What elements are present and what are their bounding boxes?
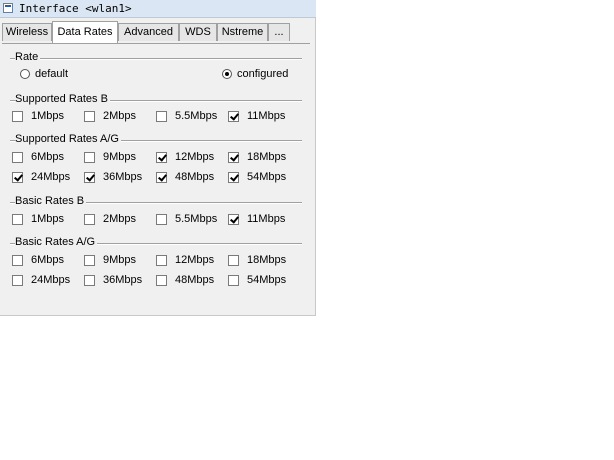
- supported-b-label-3: 11Mbps: [247, 110, 286, 122]
- basic-ag-label-0: 6Mbps: [31, 254, 65, 266]
- supported-b-label-0: 1Mbps: [31, 110, 65, 122]
- basic-b-title: Basic Rates B: [15, 195, 87, 208]
- basic-ag-checkbox-6[interactable]: [156, 275, 167, 286]
- supported-b-label-1: 2Mbps: [103, 110, 137, 122]
- title-bar[interactable]: Interface <wlan1>: [0, 0, 316, 18]
- basic-ag-checkbox-7[interactable]: [228, 275, 239, 286]
- supported-ag-label-7: 54Mbps: [247, 171, 287, 183]
- supported-ag-label-5: 36Mbps: [103, 171, 143, 183]
- basic-ag-title: Basic Rates A/G: [15, 236, 98, 249]
- basic-ag-label-4: 24Mbps: [31, 274, 71, 286]
- basic-ag-label-2: 12Mbps: [175, 254, 215, 266]
- rate-group-title: Rate: [15, 51, 41, 64]
- supported-ag-title: Supported Rates A/G: [15, 133, 121, 146]
- basic-ag-label-7: 54Mbps: [247, 274, 287, 286]
- basic-b-checkbox-0[interactable]: [12, 214, 23, 225]
- tab-nstreme[interactable]: Nstreme: [217, 23, 268, 41]
- data-rates-panel: Rate default configured Supported Rates …: [2, 43, 310, 313]
- rate-configured-label: configured: [237, 68, 289, 80]
- basic-ag-label-1: 9Mbps: [103, 254, 137, 266]
- basic-ag-checkbox-5[interactable]: [84, 275, 95, 286]
- interface-window: Interface <wlan1> Wireless Data Rates Ad…: [0, 0, 316, 316]
- rate-group-divider: [10, 58, 302, 60]
- basic-b-checkbox-1[interactable]: [84, 214, 95, 225]
- basic-b-label-2: 5.5Mbps: [175, 213, 218, 225]
- supported-ag-checkbox-0[interactable]: [12, 152, 23, 163]
- supported-ag-checkbox-4[interactable]: [12, 172, 23, 183]
- supported-ag-checkbox-1[interactable]: [84, 152, 95, 163]
- supported-ag-checkbox-3[interactable]: [228, 152, 239, 163]
- tab-wireless[interactable]: Wireless: [2, 23, 52, 41]
- rate-configured-radio[interactable]: [222, 69, 232, 79]
- basic-b-label-0: 1Mbps: [31, 213, 65, 225]
- supported-b-label-2: 5.5Mbps: [175, 110, 218, 122]
- supported-b-checkbox-3[interactable]: [228, 111, 239, 122]
- supported-b-checkbox-2[interactable]: [156, 111, 167, 122]
- supported-ag-label-4: 24Mbps: [31, 171, 71, 183]
- tab-data-rates[interactable]: Data Rates: [52, 21, 118, 43]
- supported-b-checkbox-0[interactable]: [12, 111, 23, 122]
- basic-ag-checkbox-0[interactable]: [12, 255, 23, 266]
- basic-b-checkbox-2[interactable]: [156, 214, 167, 225]
- basic-b-label-3: 11Mbps: [247, 213, 286, 225]
- basic-b-label-1: 2Mbps: [103, 213, 137, 225]
- supported-ag-label-6: 48Mbps: [175, 171, 215, 183]
- supported-ag-checkbox-6[interactable]: [156, 172, 167, 183]
- supported-ag-label-3: 18Mbps: [247, 151, 287, 163]
- supported-ag-checkbox-5[interactable]: [84, 172, 95, 183]
- basic-ag-label-6: 48Mbps: [175, 274, 215, 286]
- basic-ag-checkbox-3[interactable]: [228, 255, 239, 266]
- supported-ag-label-2: 12Mbps: [175, 151, 215, 163]
- basic-ag-label-3: 18Mbps: [247, 254, 287, 266]
- tab-advanced[interactable]: Advanced: [118, 23, 179, 41]
- window-title: Interface <wlan1>: [19, 2, 132, 15]
- basic-ag-checkbox-4[interactable]: [12, 275, 23, 286]
- rate-default-label: default: [35, 68, 69, 80]
- rate-default-radio[interactable]: [20, 69, 30, 79]
- basic-ag-checkbox-2[interactable]: [156, 255, 167, 266]
- supported-b-checkbox-1[interactable]: [84, 111, 95, 122]
- supported-b-title: Supported Rates B: [15, 93, 110, 106]
- tab-wds[interactable]: WDS: [179, 23, 217, 41]
- supported-ag-label-1: 9Mbps: [103, 151, 137, 163]
- supported-ag-checkbox-2[interactable]: [156, 152, 167, 163]
- basic-ag-label-5: 36Mbps: [103, 274, 143, 286]
- basic-ag-checkbox-1[interactable]: [84, 255, 95, 266]
- supported-ag-checkbox-7[interactable]: [228, 172, 239, 183]
- supported-ag-label-0: 6Mbps: [31, 151, 65, 163]
- window-icon: [3, 3, 13, 13]
- tab-strip: Wireless Data Rates Advanced WDS Nstreme…: [0, 21, 316, 43]
- basic-b-checkbox-3[interactable]: [228, 214, 239, 225]
- tab-more[interactable]: ...: [268, 23, 290, 41]
